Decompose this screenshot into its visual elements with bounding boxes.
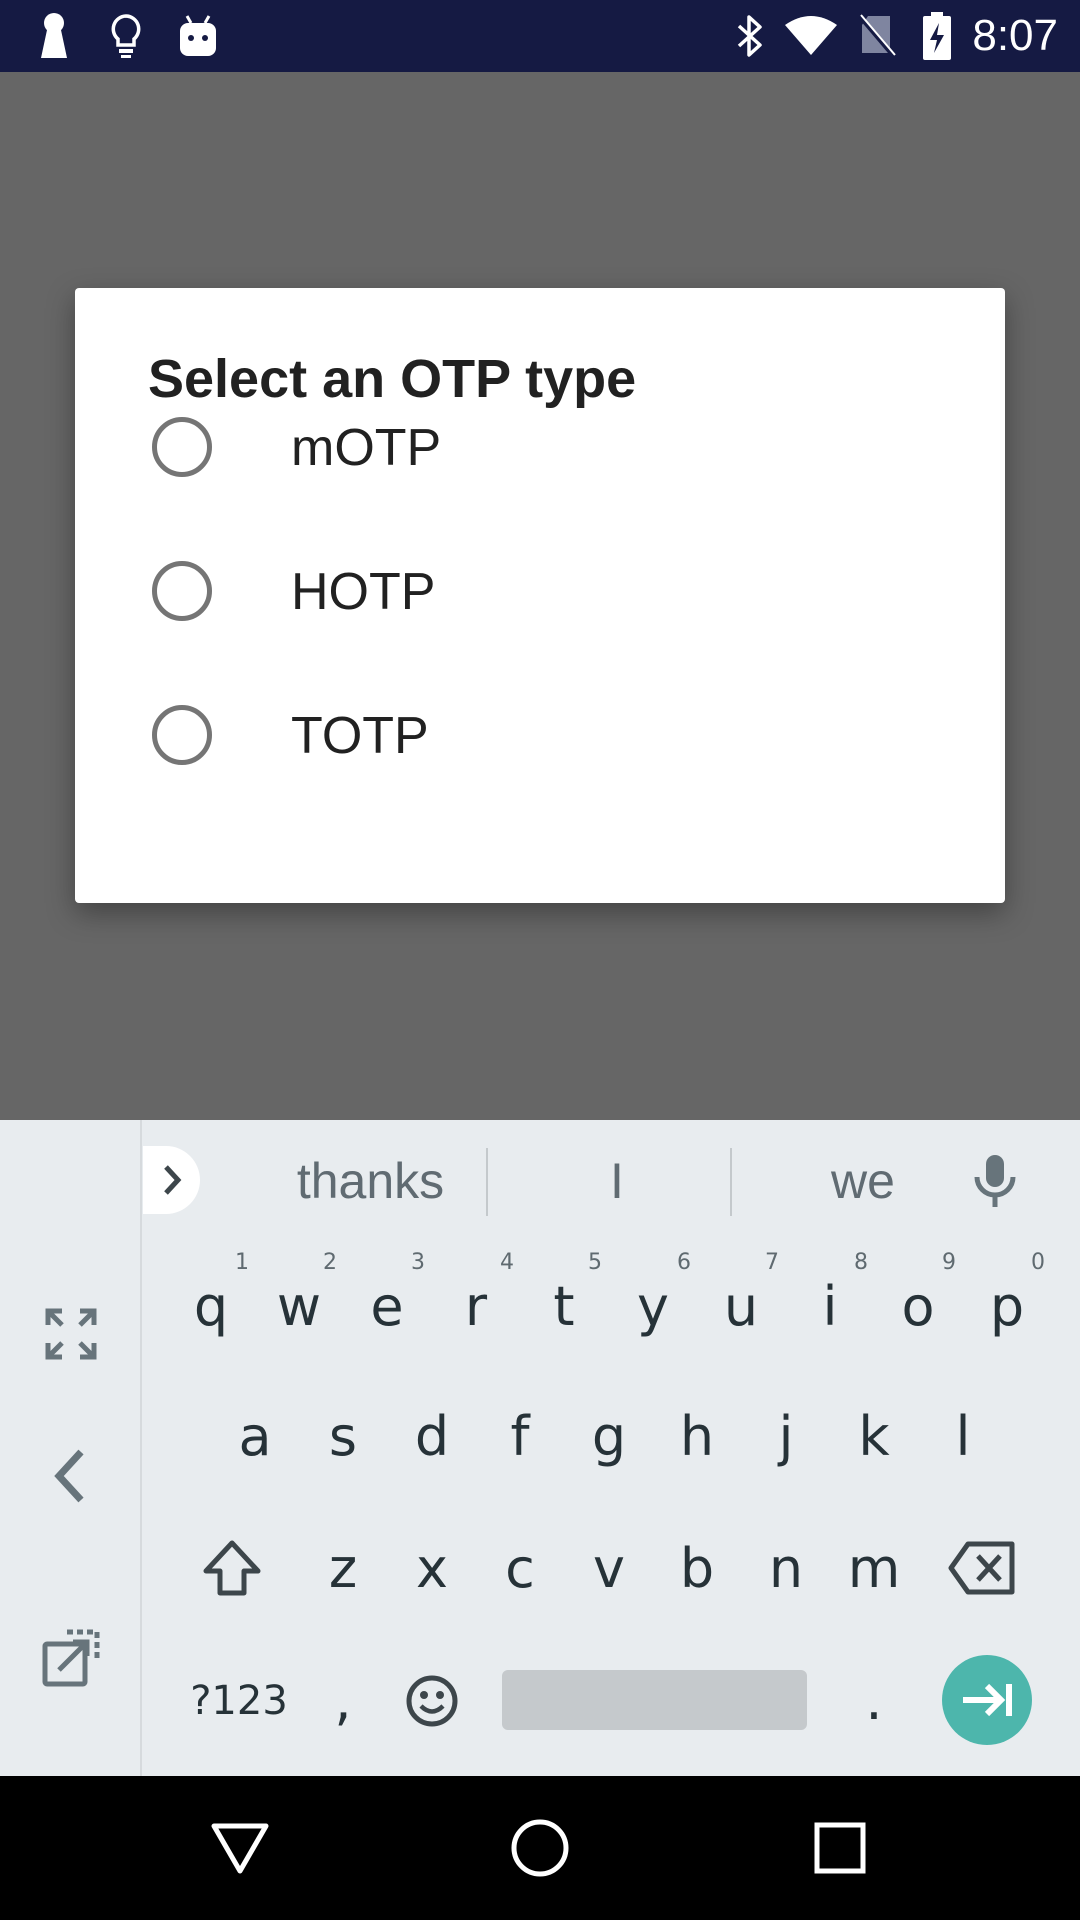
- enter-key[interactable]: [941, 1654, 1033, 1746]
- key-m[interactable]: m: [830, 1514, 918, 1624]
- suggestion-divider: [730, 1148, 732, 1216]
- home-icon[interactable]: [468, 1776, 612, 1920]
- otp-type-dialog: Select an OTP type mOTP HOTP TOTP: [75, 288, 1005, 903]
- key-p[interactable]: p0: [963, 1250, 1051, 1362]
- key-a[interactable]: a: [211, 1382, 299, 1492]
- symbols-key[interactable]: ?123: [183, 1646, 295, 1756]
- wifi-icon: [782, 10, 840, 62]
- keyboard-keys: q1 w2 e3 r4 t5 y6 u7 i8 o9 p0 a s d f g …: [143, 1242, 1080, 1776]
- chevron-left-icon[interactable]: [31, 1436, 111, 1516]
- lightbulb-icon: [104, 10, 148, 62]
- key-f[interactable]: f: [476, 1382, 564, 1492]
- suggestion-item[interactable]: thanks: [283, 1120, 458, 1242]
- key-h[interactable]: h: [653, 1382, 741, 1492]
- android-icon: [176, 10, 220, 62]
- status-bar: 8:07: [0, 0, 1080, 72]
- key-o[interactable]: o9: [874, 1250, 962, 1362]
- option-motp[interactable]: mOTP: [75, 376, 1005, 520]
- suggestion-item[interactable]: I: [528, 1120, 706, 1242]
- key-g[interactable]: g: [565, 1382, 653, 1492]
- key-w[interactable]: w2: [255, 1250, 343, 1362]
- option-label: HOTP: [291, 563, 436, 621]
- key-l[interactable]: l: [919, 1382, 1007, 1492]
- period-key[interactable]: .: [830, 1646, 918, 1756]
- option-label: TOTP: [291, 707, 429, 765]
- status-time: 8:07: [972, 11, 1058, 60]
- key-s[interactable]: s: [299, 1382, 387, 1492]
- key-r[interactable]: r4: [432, 1250, 520, 1362]
- key-b[interactable]: b: [653, 1514, 741, 1624]
- option-hotp[interactable]: HOTP: [75, 520, 1005, 664]
- key-t[interactable]: t5: [520, 1250, 608, 1362]
- back-icon[interactable]: [168, 1776, 312, 1920]
- suggestion-divider: [486, 1148, 488, 1216]
- radio-button-icon[interactable]: [152, 705, 212, 765]
- radio-button-icon[interactable]: [152, 561, 212, 621]
- suggestion-strip: thanks I we: [143, 1120, 1080, 1242]
- battery-charging-icon: [916, 10, 958, 62]
- floating-keyboard-icon[interactable]: [31, 1618, 111, 1698]
- recents-icon[interactable]: [768, 1776, 912, 1920]
- key-v[interactable]: v: [565, 1514, 653, 1624]
- option-label: mOTP: [291, 419, 442, 477]
- key-c[interactable]: c: [476, 1514, 564, 1624]
- comma-key[interactable]: ,: [299, 1646, 387, 1756]
- key-y[interactable]: y6: [609, 1250, 697, 1362]
- expand-arrow-icon[interactable]: [143, 1146, 200, 1214]
- key-k[interactable]: k: [830, 1382, 918, 1492]
- soft-keyboard: thanks I we q1 w2 e3 r4 t5 y6 u7 i8 o9 p…: [0, 1120, 1080, 1776]
- backspace-key[interactable]: [933, 1514, 1033, 1624]
- no-sim-icon: [856, 10, 898, 62]
- key-d[interactable]: d: [388, 1382, 476, 1492]
- shift-key[interactable]: [188, 1514, 276, 1624]
- option-totp[interactable]: TOTP: [75, 664, 1005, 808]
- key-n[interactable]: n: [742, 1514, 830, 1624]
- key-z[interactable]: z: [299, 1514, 387, 1624]
- keyboard-side-panel: [0, 1120, 142, 1776]
- key-e[interactable]: e3: [343, 1250, 431, 1362]
- microphone-icon[interactable]: [965, 1151, 1025, 1211]
- space-bar[interactable]: [502, 1670, 807, 1730]
- navigation-bar: [0, 1776, 1080, 1920]
- fullscreen-icon[interactable]: [31, 1294, 111, 1374]
- radio-button-icon[interactable]: [152, 417, 212, 477]
- bluetooth-icon: [730, 10, 770, 62]
- suggestion-item[interactable]: we: [773, 1120, 953, 1242]
- key-x[interactable]: x: [388, 1514, 476, 1624]
- key-j[interactable]: j: [742, 1382, 830, 1492]
- key-i[interactable]: i8: [786, 1250, 874, 1362]
- keyhole-icon: [34, 10, 74, 62]
- key-u[interactable]: u7: [697, 1250, 785, 1362]
- emoji-key[interactable]: [388, 1646, 476, 1756]
- key-q[interactable]: q1: [167, 1250, 255, 1362]
